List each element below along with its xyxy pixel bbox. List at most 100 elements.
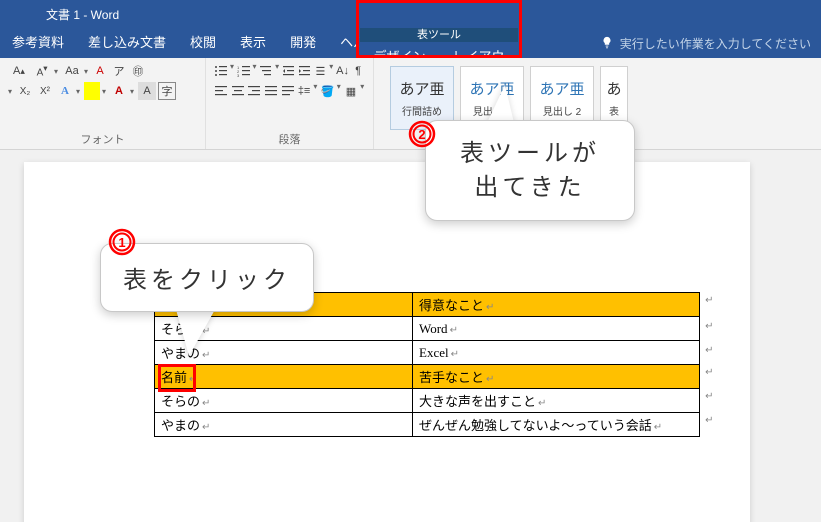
dropdown-icon: ▾	[8, 87, 14, 96]
show-paragraph-marks-button[interactable]: ¶	[351, 62, 365, 80]
dropdown-icon: ▾	[329, 62, 334, 80]
document-page[interactable]: ↵ 得意なこと↵↵ そらの↵ Word↵↵ やまの↵ Excel↵↵ 名前↵ 苦…	[24, 162, 750, 522]
title-bar: 文書 1 - Word	[0, 0, 821, 28]
style-name: 表	[609, 103, 619, 118]
table-row[interactable]: やまの↵ Excel↵↵	[155, 341, 700, 365]
callout-text: 表をクリック	[123, 267, 291, 294]
dropdown-icon: ▾	[102, 87, 108, 96]
table-cell[interactable]: Excel↵↵	[413, 341, 700, 365]
font-group-label: フォント	[8, 129, 197, 147]
character-shading-button[interactable]: A	[138, 82, 156, 100]
row-end-mark-icon: ↵	[705, 391, 713, 402]
shading-button[interactable]: 🪣	[320, 82, 335, 100]
table-cell[interactable]: Word↵↵	[413, 317, 700, 341]
grow-font-button[interactable]: A▴	[8, 62, 30, 80]
table-cell[interactable]: 得意なこと↵↵	[413, 293, 700, 317]
style-preview: あア亜	[539, 78, 584, 99]
document-area: ↵ 得意なこと↵↵ そらの↵ Word↵↵ やまの↵ Excel↵↵ 名前↵ 苦…	[0, 150, 821, 522]
tell-me-search[interactable]: 実行したい作業を入力してください	[600, 28, 811, 58]
dropdown-icon: ▾	[130, 87, 136, 96]
distribute-button[interactable]	[280, 82, 295, 100]
enclose-characters-button[interactable]: ㊞	[129, 62, 147, 80]
callout-text-line2: 出てきた	[474, 174, 585, 201]
document-table[interactable]: ↵ 得意なこと↵↵ そらの↵ Word↵↵ やまの↵ Excel↵↵ 名前↵ 苦…	[154, 292, 700, 437]
dropdown-icon: ▾	[313, 82, 318, 100]
dropdown-icon: ▾	[360, 82, 365, 100]
phonetic-guide-button[interactable]: ア	[110, 62, 128, 80]
table-cell[interactable]: 大きな声を出すこと↵↵	[413, 389, 700, 413]
svg-text:1: 1	[118, 235, 125, 250]
tab-reference[interactable]: 参考資料	[0, 28, 76, 58]
svg-text:3: 3	[237, 73, 240, 78]
ribbon-group-paragraph: ▾ 123 ▾ ▾ ☰ ▾ A↓ ¶ ‡≡ ▾ 🪣	[206, 58, 374, 149]
paragraph-mark-icon: ↵	[486, 374, 494, 385]
tab-developer[interactable]: 開発	[278, 28, 328, 58]
superscript-button[interactable]: X²	[36, 82, 54, 100]
table-cell[interactable]: やまの↵	[155, 413, 413, 437]
table-cell[interactable]: そらの↵	[155, 389, 413, 413]
paragraph-group-label: 段落	[214, 129, 365, 147]
row-end-mark-icon: ↵	[705, 415, 713, 426]
numbering-button[interactable]: 123	[237, 62, 251, 80]
highlight-button[interactable]	[84, 82, 100, 100]
dropdown-icon: ▾	[275, 62, 280, 80]
table-cell[interactable]: 苦手なこと↵↵	[413, 365, 700, 389]
row-end-mark-icon: ↵	[705, 345, 713, 356]
change-case-button[interactable]: Aa	[61, 62, 83, 80]
decrease-indent-button[interactable]	[282, 62, 296, 80]
text-effects-button[interactable]: A	[56, 82, 74, 100]
table-row[interactable]: やまの↵ ぜんぜん勉強してないよ～っていう会話↵↵	[155, 413, 700, 437]
paragraph-mark-icon: ↵	[202, 422, 210, 433]
row-end-mark-icon: ↵	[705, 321, 713, 332]
paragraph-mark-icon: ↵	[450, 325, 458, 336]
paragraph-mark-icon: ↵	[538, 398, 546, 409]
dropdown-icon: ▾	[253, 62, 258, 80]
align-right-button[interactable]	[247, 82, 262, 100]
sort-button[interactable]: A↓	[336, 62, 350, 80]
dropdown-icon: ▾	[54, 67, 60, 76]
lightbulb-icon	[600, 36, 614, 50]
annotation-callout-2: 表ツールが 出てきた	[425, 120, 635, 221]
table-cell[interactable]: 名前↵	[155, 365, 413, 389]
borders-button[interactable]: ▦	[344, 82, 359, 100]
style-preview: あ	[606, 78, 621, 99]
table-row[interactable]: そらの↵ 大きな声を出すこと↵↵	[155, 389, 700, 413]
paragraph-mark-icon: ↵	[202, 398, 210, 409]
tab-mailings[interactable]: 差し込み文書	[76, 28, 178, 58]
paragraph-mark-icon: ↵	[486, 302, 494, 313]
multilevel-list-button[interactable]	[259, 62, 273, 80]
style-name: 見出し 2	[543, 103, 581, 118]
font-color-button[interactable]: A	[110, 82, 128, 100]
table-tools-label: 表ツール	[360, 28, 518, 42]
subscript-button[interactable]: X₂	[16, 82, 34, 100]
clear-formatting-button[interactable]: A	[91, 62, 109, 80]
bullets-button[interactable]	[214, 62, 228, 80]
asian-layout-button[interactable]: ☰	[314, 62, 328, 80]
align-left-button[interactable]	[214, 82, 229, 100]
tab-review[interactable]: 校閲	[178, 28, 228, 58]
document-title: 文書 1 - Word	[10, 6, 119, 23]
table-row[interactable]: 名前↵ 苦手なこと↵↵	[155, 365, 700, 389]
ribbon-tabs-bar: 参考資料 差し込み文書 校閲 表示 開発 ヘルプ 表ツール デザイン レイアウト…	[0, 28, 821, 58]
increase-indent-button[interactable]	[298, 62, 312, 80]
svg-text:2: 2	[418, 127, 425, 142]
style-preview: あア亜	[399, 78, 444, 99]
shrink-font-button[interactable]: A▾	[31, 62, 53, 80]
character-border-button[interactable]: 字	[158, 82, 176, 100]
table-row[interactable]: そらの↵ Word↵↵	[155, 317, 700, 341]
justify-button[interactable]	[264, 82, 279, 100]
annotation-number-2-icon: 2	[408, 120, 436, 148]
align-center-button[interactable]	[231, 82, 246, 100]
style-name: 行間詰め	[402, 103, 442, 118]
tell-me-placeholder: 実行したい作業を入力してください	[620, 35, 811, 52]
table-cell[interactable]: ぜんぜん勉強してないよ～っていう会話↵↵	[413, 413, 700, 437]
dropdown-icon: ▾	[76, 87, 82, 96]
paragraph-mark-icon: ↵	[654, 422, 662, 433]
row-end-mark-icon: ↵	[705, 295, 713, 306]
dropdown-icon: ▾	[230, 62, 235, 80]
ribbon-tabs: 参考資料 差し込み文書 校閲 表示 開発 ヘルプ	[0, 28, 391, 58]
line-spacing-button[interactable]: ‡≡	[297, 82, 312, 100]
tab-view[interactable]: 表示	[228, 28, 278, 58]
paragraph-mark-icon: ↵	[189, 374, 197, 385]
annotation-number-1-icon: 1	[108, 228, 136, 256]
